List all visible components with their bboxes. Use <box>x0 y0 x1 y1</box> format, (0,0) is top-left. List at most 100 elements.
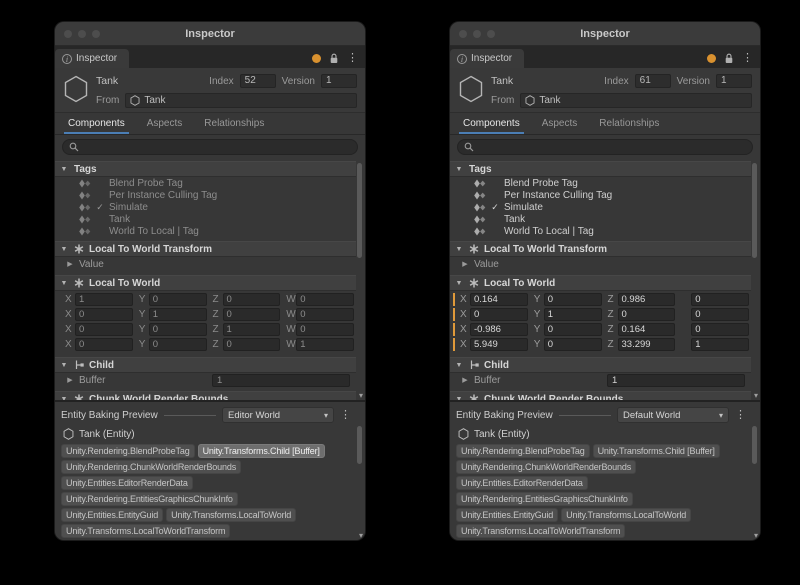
matrix-value-field[interactable]: 0.986 <box>618 293 676 306</box>
scroll-down-icon[interactable]: ▾ <box>359 391 363 400</box>
component-type-chip[interactable]: Unity.Transforms.LocalToWorldTransform <box>456 524 625 538</box>
tag-row-per-instance-culling[interactable]: ✓ Per Instance Culling Tag <box>55 189 356 201</box>
section-header-child[interactable]: ▼ Child <box>450 357 751 373</box>
component-type-chip[interactable]: Unity.Transforms.LocalToWorldTransform <box>61 524 230 538</box>
tab-aspects[interactable]: Aspects <box>136 113 194 134</box>
lock-icon[interactable] <box>724 53 734 64</box>
prefab-source-field[interactable]: Tank <box>520 93 752 108</box>
foldout-closed-icon[interactable]: ▶ <box>65 376 75 384</box>
matrix-value-field[interactable]: 1 <box>149 308 207 321</box>
foldout-open-icon[interactable]: ▼ <box>454 362 464 369</box>
matrix-value-field[interactable]: 1 <box>75 293 133 306</box>
tag-row-world-to-local[interactable]: ✓ World To Local | Tag <box>450 225 751 237</box>
component-type-chip[interactable]: Unity.Rendering.EntitiesGraphicsChunkInf… <box>61 492 238 506</box>
scroll-down-icon[interactable]: ▾ <box>359 531 363 540</box>
component-type-chip[interactable]: Unity.Rendering.BlendProbeTag <box>456 444 590 458</box>
section-header-chunk-world-render-bounds[interactable]: ▼ Chunk World Render Bounds <box>55 391 356 400</box>
component-type-chip[interactable]: Unity.Rendering.ChunkWorldRenderBounds <box>61 460 241 474</box>
matrix-value-field[interactable]: 0 <box>296 308 354 321</box>
tag-row-simulate[interactable]: ✓ Simulate <box>55 201 356 213</box>
component-type-chip[interactable]: Unity.Rendering.BlendProbeTag <box>61 444 195 458</box>
foldout-open-icon[interactable]: ▼ <box>59 362 69 369</box>
scrollbar-thumb[interactable] <box>357 426 362 464</box>
splitter-handle[interactable] <box>164 415 216 416</box>
foldout-open-icon[interactable]: ▼ <box>454 166 464 173</box>
component-type-chip[interactable]: Unity.Transforms.Child [Buffer] <box>198 444 325 458</box>
section-header-child[interactable]: ▼ Child <box>55 357 356 373</box>
scroll-down-icon[interactable]: ▾ <box>754 391 758 400</box>
matrix-value-field[interactable]: 0 <box>223 308 281 321</box>
tag-row-blend-probe[interactable]: ✓ Blend Probe Tag <box>55 177 356 189</box>
matrix-value-field[interactable]: 0 <box>470 308 528 321</box>
minimize-window-button[interactable] <box>78 30 86 38</box>
matrix-value-field[interactable]: 0.164 <box>470 293 528 306</box>
component-type-chip[interactable]: Unity.Transforms.Child [Buffer] <box>593 444 720 458</box>
section-header-local-to-world-transform[interactable]: ▼ Local To World Transform <box>55 241 356 257</box>
search-input[interactable] <box>457 139 753 155</box>
buffer-row[interactable]: ▶ Buffer 1 <box>55 373 356 387</box>
component-type-chip[interactable]: Unity.Transforms.LocalToWorld <box>166 508 296 522</box>
tab-aspects[interactable]: Aspects <box>531 113 589 134</box>
world-dropdown[interactable]: Editor World ▾ <box>222 407 334 423</box>
matrix-value-field[interactable]: 1 <box>544 308 602 321</box>
component-type-chip[interactable]: Unity.Entities.EditorRenderData <box>456 476 588 490</box>
menu-kebab-icon[interactable]: ⋮ <box>347 53 358 64</box>
component-type-chip[interactable]: Unity.Entities.EntityGuid <box>61 508 163 522</box>
value-foldout-row[interactable]: ▶ Value <box>450 257 751 271</box>
matrix-value-field[interactable]: 0 <box>691 323 749 336</box>
section-header-chunk-world-render-bounds[interactable]: ▼ Chunk World Render Bounds <box>450 391 751 400</box>
tag-row-tank[interactable]: ✓ Tank <box>450 213 751 225</box>
matrix-value-field[interactable]: 0 <box>544 323 602 336</box>
matrix-value-field[interactable]: 0 <box>223 293 281 306</box>
tag-row-simulate[interactable]: ✓ Simulate <box>450 201 751 213</box>
matrix-value-field[interactable]: 0 <box>296 293 354 306</box>
matrix-value-field[interactable]: 0.164 <box>618 323 676 336</box>
buffer-count-field[interactable]: 1 <box>607 374 745 387</box>
section-header-tags[interactable]: ▼ Tags <box>55 161 356 177</box>
value-foldout-row[interactable]: ▶ Value <box>55 257 356 271</box>
foldout-closed-icon[interactable]: ▶ <box>65 260 75 268</box>
foldout-open-icon[interactable]: ▼ <box>454 280 464 287</box>
matrix-value-field[interactable]: 0 <box>223 338 281 351</box>
close-window-button[interactable] <box>459 30 467 38</box>
matrix-value-field[interactable]: 0 <box>296 323 354 336</box>
tab-components[interactable]: Components <box>57 113 136 134</box>
matrix-value-field[interactable]: 1 <box>296 338 354 351</box>
section-header-local-to-world[interactable]: ▼ Local To World <box>55 275 356 291</box>
window-titlebar[interactable]: Inspector <box>55 22 365 46</box>
scrollbar-thumb[interactable] <box>357 163 362 258</box>
buffer-row[interactable]: ▶ Buffer 1 <box>450 373 751 387</box>
baking-menu-kebab-icon[interactable]: ⋮ <box>340 410 351 421</box>
matrix-value-field[interactable]: 0 <box>691 308 749 321</box>
tab-relationships[interactable]: Relationships <box>193 113 275 134</box>
baking-entity-row[interactable]: Tank (Entity) <box>456 426 754 442</box>
search-input[interactable] <box>62 139 358 155</box>
matrix-value-field[interactable]: 0 <box>75 338 133 351</box>
component-type-chip[interactable]: Unity.Transforms.LocalToWorld <box>561 508 691 522</box>
close-window-button[interactable] <box>64 30 72 38</box>
minimize-window-button[interactable] <box>473 30 481 38</box>
foldout-open-icon[interactable]: ▼ <box>454 246 464 253</box>
baking-menu-kebab-icon[interactable]: ⋮ <box>735 410 746 421</box>
world-dropdown[interactable]: Default World ▾ <box>617 407 729 423</box>
tab-relationships[interactable]: Relationships <box>588 113 670 134</box>
component-type-chip[interactable]: Unity.Rendering.ChunkWorldRenderBounds <box>456 460 636 474</box>
scroll-down-icon[interactable]: ▾ <box>754 531 758 540</box>
section-header-tags[interactable]: ▼ Tags <box>450 161 751 177</box>
tab-components[interactable]: Components <box>452 113 531 134</box>
foldout-closed-icon[interactable]: ▶ <box>460 376 470 384</box>
matrix-value-field[interactable]: 0 <box>75 308 133 321</box>
buffer-count-field[interactable]: 1 <box>212 374 350 387</box>
foldout-closed-icon[interactable]: ▶ <box>460 260 470 268</box>
foldout-open-icon[interactable]: ▼ <box>59 166 69 173</box>
window-titlebar[interactable]: Inspector <box>450 22 760 46</box>
tag-row-per-instance-culling[interactable]: ✓ Per Instance Culling Tag <box>450 189 751 201</box>
prefab-source-field[interactable]: Tank <box>125 93 357 108</box>
foldout-open-icon[interactable]: ▼ <box>59 280 69 287</box>
foldout-open-icon[interactable]: ▼ <box>59 246 69 253</box>
component-type-chip[interactable]: Unity.Entities.EntityGuid <box>456 508 558 522</box>
section-header-local-to-world-transform[interactable]: ▼ Local To World Transform <box>450 241 751 257</box>
matrix-value-field[interactable]: 0 <box>75 323 133 336</box>
tag-row-blend-probe[interactable]: ✓ Blend Probe Tag <box>450 177 751 189</box>
matrix-value-field[interactable]: 1 <box>223 323 281 336</box>
